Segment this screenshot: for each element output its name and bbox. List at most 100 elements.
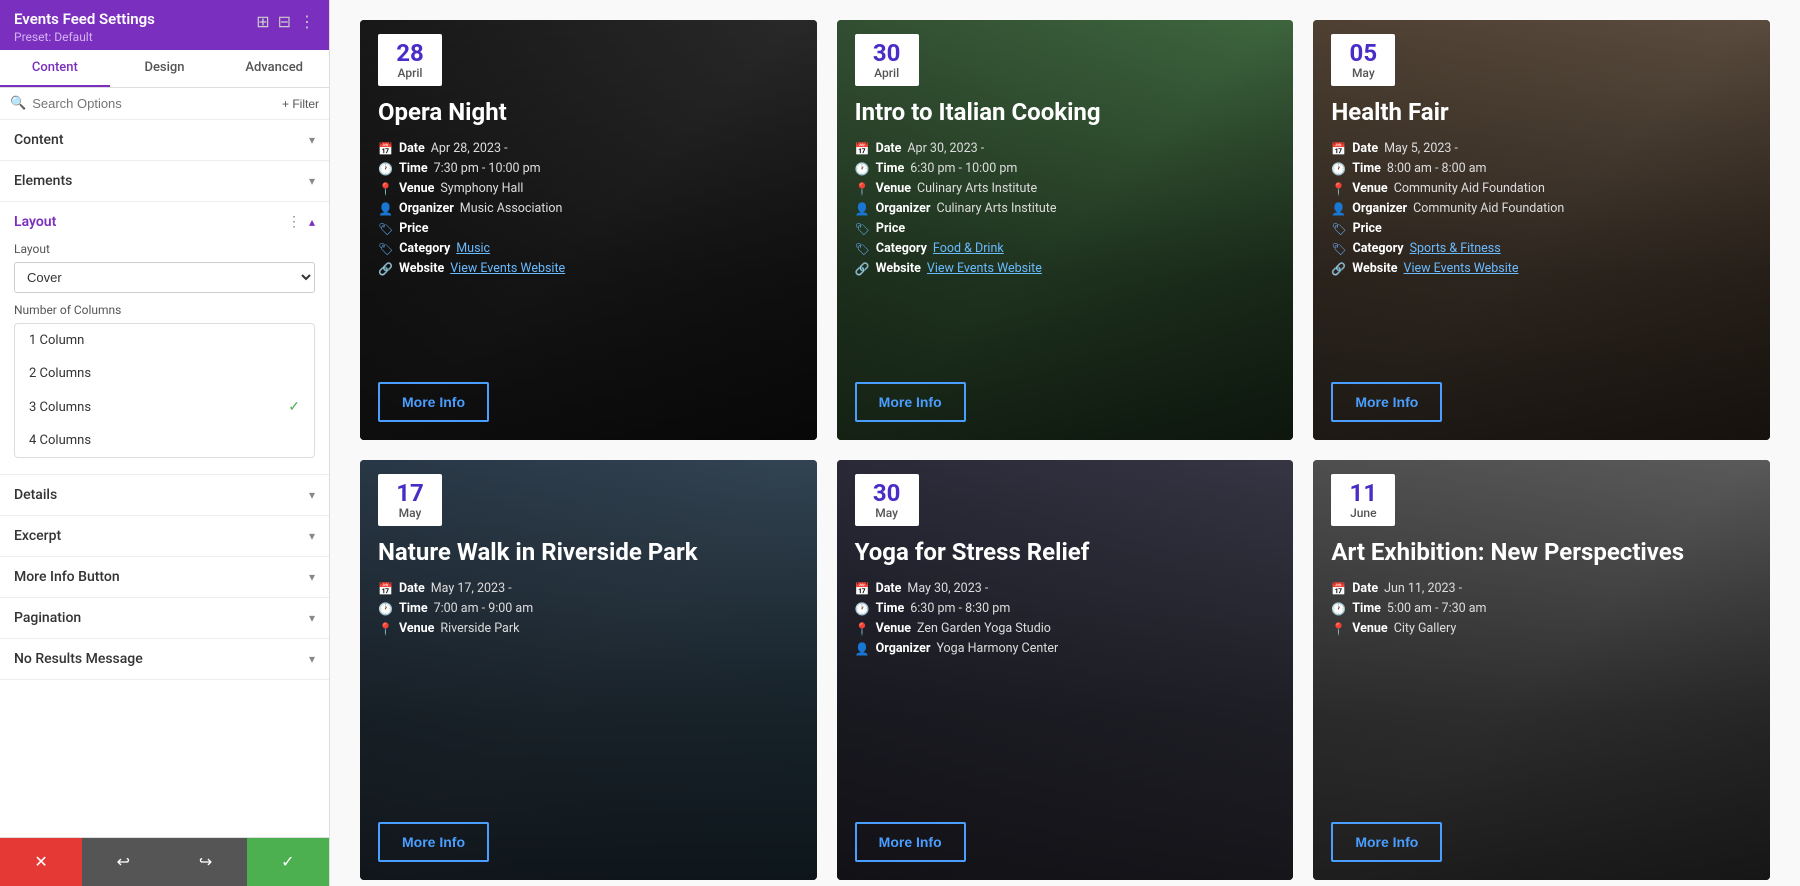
section-layout-header[interactable]: Layout ⋮ ▴ bbox=[0, 202, 329, 242]
tab-content[interactable]: Content bbox=[0, 50, 110, 87]
event-detail: 📍 Venue Symphony Hall bbox=[378, 181, 799, 196]
event-detail: 📍 Venue Riverside Park bbox=[378, 621, 799, 636]
event-detail: 🔗 Website View Events Website bbox=[378, 261, 799, 276]
event-date-month: April bbox=[398, 66, 423, 80]
chevron-down-icon: ▾ bbox=[309, 652, 315, 666]
detail-icon: 🏷 bbox=[855, 222, 870, 236]
tab-advanced[interactable]: Advanced bbox=[219, 50, 329, 87]
event-detail: 📍 Venue Community Aid Foundation bbox=[1331, 181, 1752, 196]
more-info-button[interactable]: More Info bbox=[378, 822, 489, 862]
detail-icon: 🔗 bbox=[1331, 262, 1346, 276]
layout-controls: Layout Cover Number of Columns 1 Column … bbox=[0, 242, 329, 474]
detail-icon: 🏷 bbox=[855, 242, 870, 256]
filter-button[interactable]: + Filter bbox=[282, 97, 319, 111]
layout-select[interactable]: Cover bbox=[14, 262, 315, 293]
section-content: Content ▾ bbox=[0, 120, 329, 161]
detail-icon: 📍 bbox=[855, 622, 870, 636]
sidebar-title: Events Feed Settings bbox=[14, 10, 155, 28]
event-details: 📅 Date May 5, 2023 - 🕐 Time 8:00 am - 8:… bbox=[1331, 141, 1752, 276]
selected-checkmark: ✓ bbox=[288, 399, 300, 415]
layout-options-icon[interactable]: ⋮ bbox=[287, 214, 301, 230]
detail-icon: 📅 bbox=[378, 582, 393, 596]
panel-icon[interactable]: ⊟ bbox=[278, 12, 291, 31]
event-date-badge: 05 May bbox=[1331, 34, 1395, 86]
event-details: 📅 Date Apr 28, 2023 - 🕐 Time 7:30 pm - 1… bbox=[378, 141, 799, 276]
redo-button[interactable]: ↪ bbox=[165, 838, 247, 886]
sidebar: Events Feed Settings Preset: Default ⊞ ⊟… bbox=[0, 0, 330, 886]
event-card-art-exhibition: 11 June Art Exhibition: New Perspectives… bbox=[1313, 460, 1770, 880]
save-button[interactable]: ✓ bbox=[247, 838, 329, 886]
event-date-month: May bbox=[1352, 66, 1375, 80]
event-date-day: 30 bbox=[873, 40, 901, 66]
section-no-results-header[interactable]: No Results Message ▾ bbox=[0, 639, 329, 679]
more-info-button[interactable]: More Info bbox=[378, 382, 489, 422]
more-info-button[interactable]: More Info bbox=[1331, 822, 1442, 862]
more-info-button[interactable]: More Info bbox=[855, 382, 966, 422]
event-detail: 📅 Date Apr 28, 2023 - bbox=[378, 141, 799, 156]
detail-icon: 📍 bbox=[378, 622, 393, 636]
tab-design[interactable]: Design bbox=[110, 50, 220, 87]
undo-button[interactable]: ↩ bbox=[82, 838, 164, 886]
detail-icon: 📅 bbox=[855, 582, 870, 596]
section-elements-header[interactable]: Elements ▾ bbox=[0, 161, 329, 201]
detail-icon: 🏷 bbox=[378, 242, 393, 256]
event-detail: 🕐 Time 7:30 pm - 10:00 pm bbox=[378, 161, 799, 176]
event-detail: 📅 Date May 30, 2023 - bbox=[855, 581, 1276, 596]
sidebar-preset[interactable]: Preset: Default bbox=[14, 30, 155, 44]
maximize-icon[interactable]: ⊞ bbox=[256, 12, 269, 31]
more-info-button[interactable]: More Info bbox=[1331, 382, 1442, 422]
section-details: Details ▾ bbox=[0, 475, 329, 516]
column-option-1[interactable]: 1 Column bbox=[15, 324, 314, 357]
event-title: Opera Night bbox=[378, 98, 799, 127]
detail-icon: 🏷 bbox=[1331, 222, 1346, 236]
detail-icon: 📅 bbox=[1331, 142, 1346, 156]
detail-icon: 🔗 bbox=[378, 262, 393, 276]
event-detail: 🕐 Time 6:30 pm - 10:00 pm bbox=[855, 161, 1276, 176]
event-title: Intro to Italian Cooking bbox=[855, 98, 1276, 127]
detail-icon: 🕐 bbox=[855, 162, 870, 176]
search-icon: 🔍 bbox=[10, 96, 26, 111]
section-excerpt: Excerpt ▾ bbox=[0, 516, 329, 557]
more-options-icon[interactable]: ⋮ bbox=[299, 12, 315, 31]
event-date-month: April bbox=[874, 66, 899, 80]
column-option-4[interactable]: 4 Columns bbox=[15, 424, 314, 457]
event-detail: 👤 Organizer Music Association bbox=[378, 201, 799, 216]
section-pagination-header[interactable]: Pagination ▾ bbox=[0, 598, 329, 638]
detail-icon: 🏷 bbox=[378, 222, 393, 236]
event-detail: 🔗 Website View Events Website bbox=[1331, 261, 1752, 276]
section-content-header[interactable]: Content ▾ bbox=[0, 120, 329, 160]
section-elements: Elements ▾ bbox=[0, 161, 329, 202]
card-content: 30 April Intro to Italian Cooking 📅 Date… bbox=[837, 20, 1294, 440]
main-content: 28 April Opera Night 📅 Date Apr 28, 2023… bbox=[330, 0, 1800, 886]
sidebar-bottom-bar: ✕ ↩ ↪ ✓ bbox=[0, 837, 329, 886]
more-info-button[interactable]: More Info bbox=[855, 822, 966, 862]
column-option-2[interactable]: 2 Columns bbox=[15, 357, 314, 390]
columns-label: Number of Columns bbox=[14, 303, 315, 317]
detail-icon: 🏷 bbox=[1331, 242, 1346, 256]
column-option-3[interactable]: 3 Columns ✓ bbox=[15, 390, 314, 424]
section-details-header[interactable]: Details ▾ bbox=[0, 475, 329, 515]
event-date-badge: 11 June bbox=[1331, 474, 1395, 526]
detail-icon: 🕐 bbox=[1331, 602, 1346, 616]
detail-icon: 👤 bbox=[855, 642, 870, 656]
search-row: 🔍 + Filter bbox=[0, 88, 329, 120]
card-content: 30 May Yoga for Stress Relief 📅 Date May… bbox=[837, 460, 1294, 880]
search-input[interactable] bbox=[32, 96, 276, 111]
card-content: 05 May Health Fair 📅 Date May 5, 2023 - … bbox=[1313, 20, 1770, 440]
event-date-day: 30 bbox=[873, 480, 901, 506]
detail-icon: 🕐 bbox=[378, 602, 393, 616]
section-excerpt-header[interactable]: Excerpt ▾ bbox=[0, 516, 329, 556]
event-details: 📅 Date May 30, 2023 - 🕐 Time 6:30 pm - 8… bbox=[855, 581, 1276, 656]
events-grid: 28 April Opera Night 📅 Date Apr 28, 2023… bbox=[360, 20, 1770, 880]
event-detail: 🕐 Time 6:30 pm - 8:30 pm bbox=[855, 601, 1276, 616]
section-more-info-header[interactable]: More Info Button ▾ bbox=[0, 557, 329, 597]
event-detail: 🏷 Category Food & Drink bbox=[855, 241, 1276, 256]
event-card-nature-walk: 17 May Nature Walk in Riverside Park 📅 D… bbox=[360, 460, 817, 880]
detail-icon: 📅 bbox=[1331, 582, 1346, 596]
event-date-day: 05 bbox=[1350, 40, 1378, 66]
section-layout: Layout ⋮ ▴ Layout Cover Number of Column… bbox=[0, 202, 329, 475]
event-details: 📅 Date May 17, 2023 - 🕐 Time 7:00 am - 9… bbox=[378, 581, 799, 636]
cancel-button[interactable]: ✕ bbox=[0, 838, 82, 886]
event-detail: 🏷 Price bbox=[378, 221, 799, 236]
detail-icon: 📍 bbox=[378, 182, 393, 196]
